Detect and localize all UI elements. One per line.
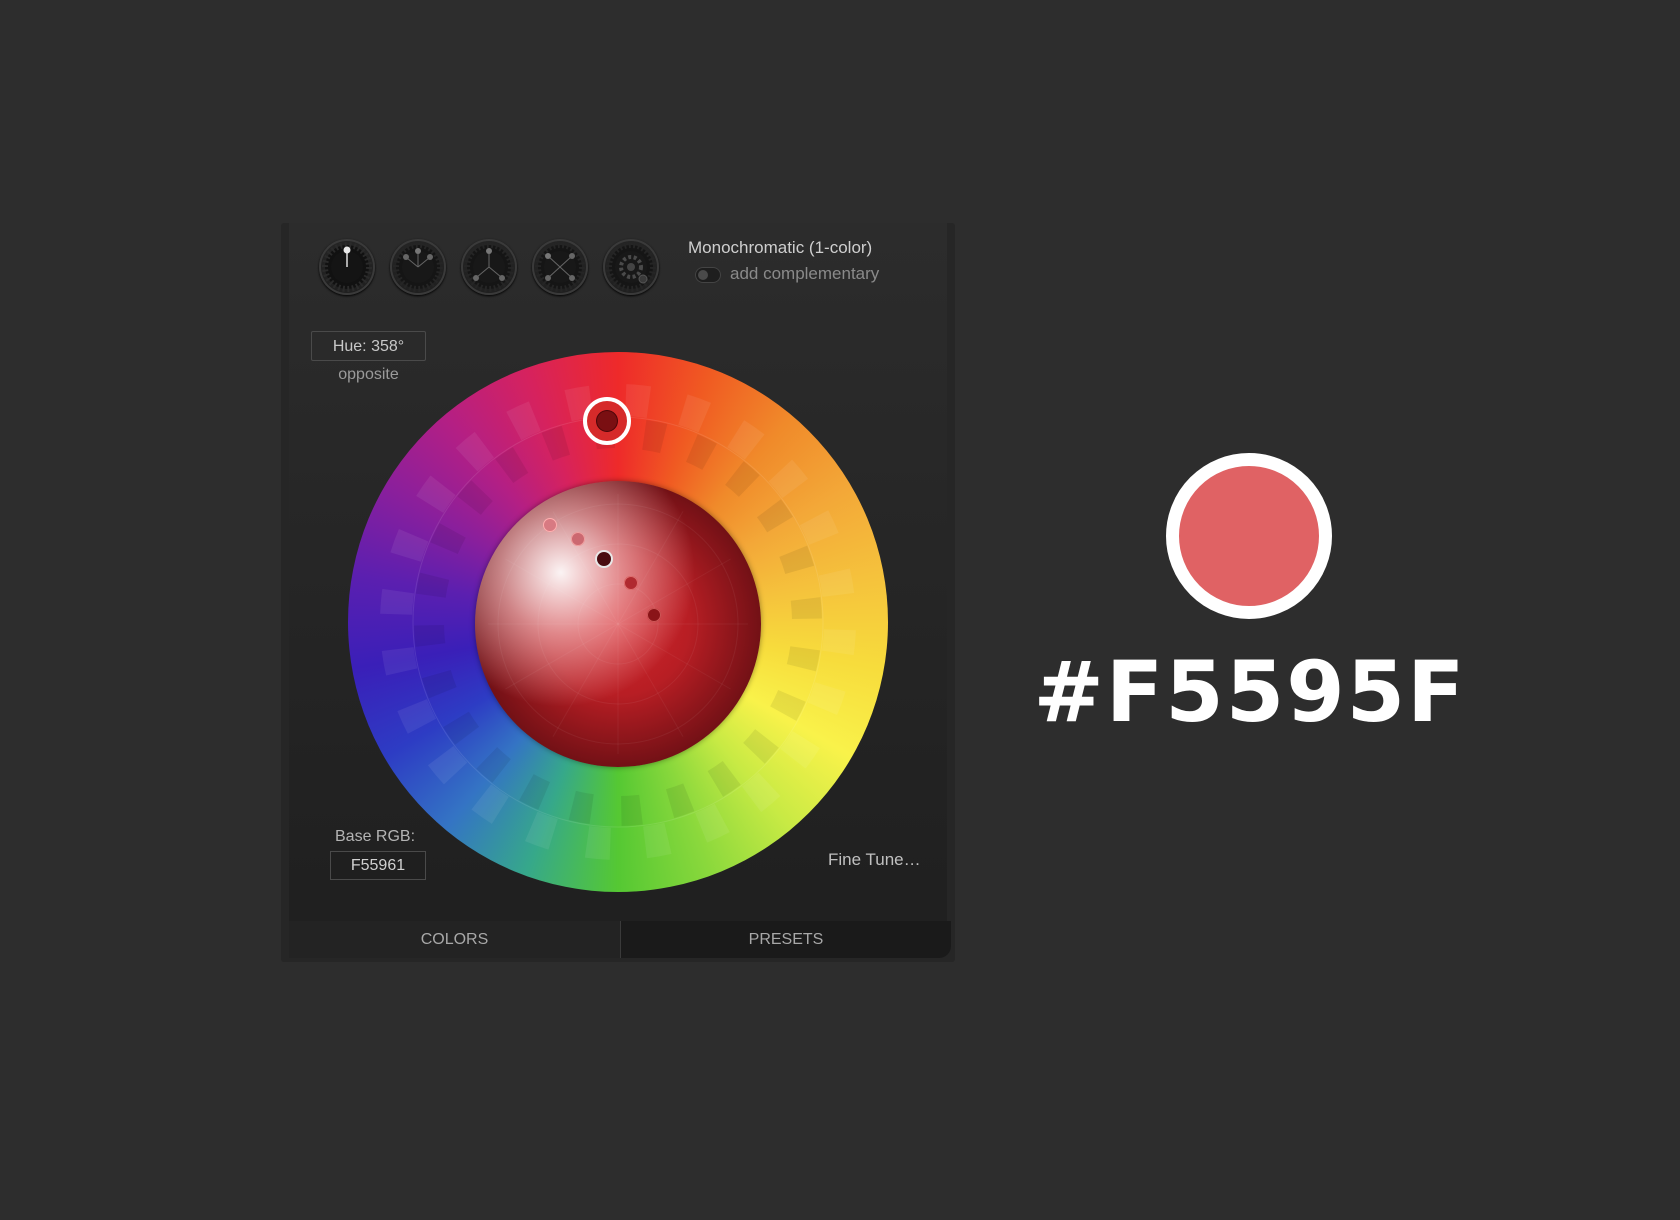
monochromatic-icon (322, 242, 372, 292)
analogic-scheme-button[interactable] (390, 239, 446, 295)
shade-dot-2[interactable] (571, 532, 585, 546)
complement-toggle[interactable] (695, 267, 721, 283)
base-rgb-input[interactable]: F55961 (330, 851, 426, 880)
scheme-title: Monochromatic (1-color) (688, 238, 873, 257)
base-rgb-label: Base RGB: (335, 828, 416, 845)
ball-grid (488, 494, 748, 754)
custom-scheme-button[interactable] (603, 239, 659, 295)
shade-dot-1[interactable] (543, 518, 557, 532)
custom-icon (606, 242, 656, 292)
tab-presets[interactable]: PRESETS (621, 921, 951, 958)
color-wheel[interactable] (348, 352, 888, 892)
triad-scheme-button[interactable] (461, 239, 517, 295)
fine-tune-link[interactable]: Fine Tune… (828, 850, 921, 870)
hex-code-label: #F5595F (1033, 643, 1467, 741)
hue-handle[interactable] (583, 397, 631, 445)
triad-icon (464, 242, 514, 292)
monochromatic-scheme-button[interactable] (319, 239, 375, 295)
tetrad-icon (535, 242, 585, 292)
analogic-icon (393, 242, 443, 292)
color-swatch (1166, 453, 1332, 619)
shade-dot-4[interactable] (624, 576, 638, 590)
tab-colors[interactable]: COLORS (289, 921, 620, 958)
shade-dot-5[interactable] (647, 608, 661, 622)
complement-label: add complementary (730, 264, 880, 283)
shade-dot-base[interactable] (597, 552, 611, 566)
tetrad-scheme-button[interactable] (532, 239, 588, 295)
